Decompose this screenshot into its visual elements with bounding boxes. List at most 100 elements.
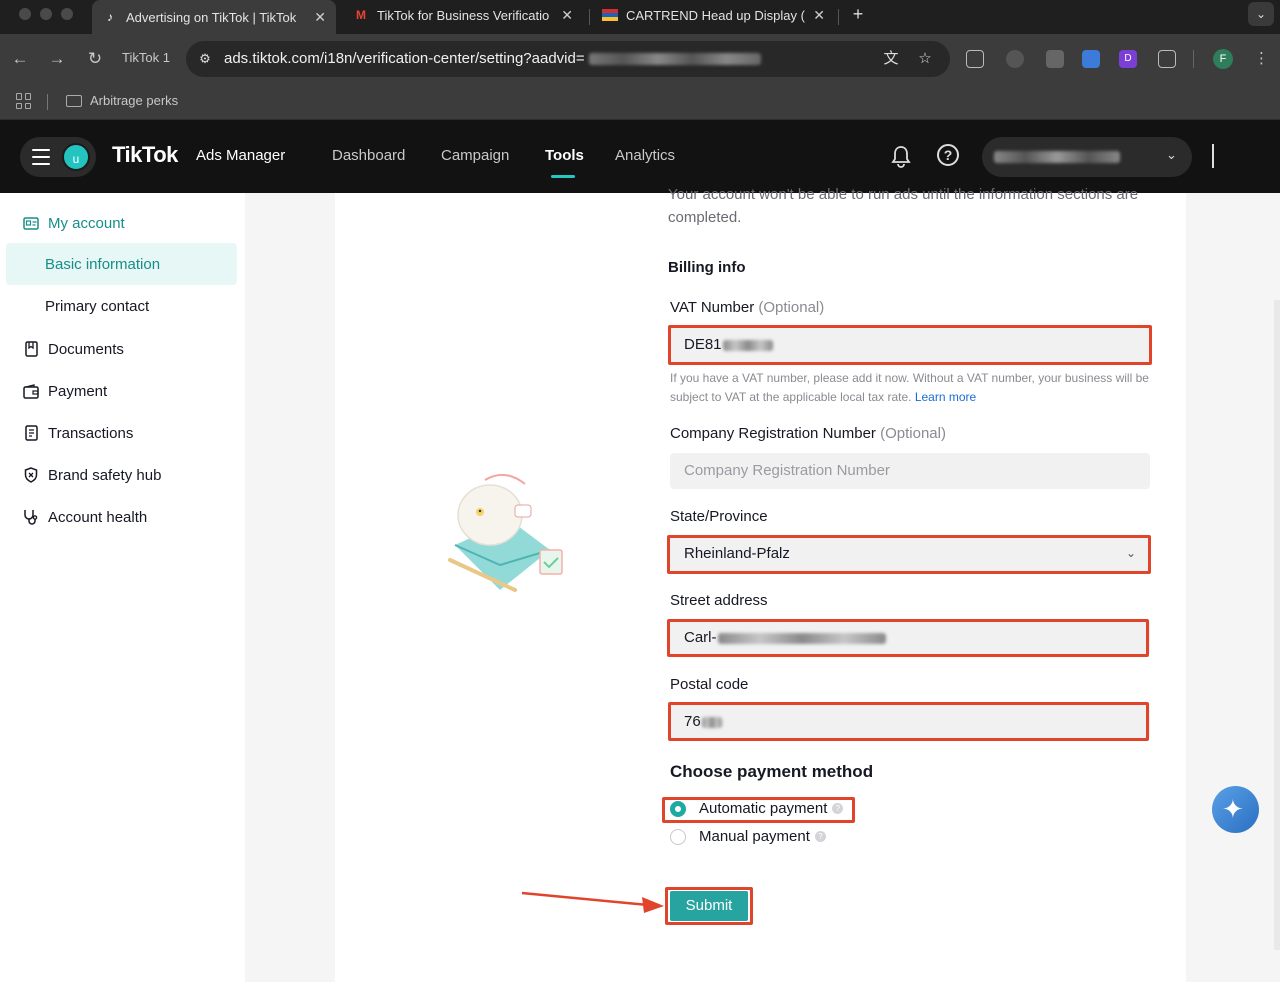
toolbar-divider <box>1193 50 1194 68</box>
extension-icon[interactable] <box>1006 50 1024 68</box>
hamburger-icon[interactable] <box>32 149 50 165</box>
apps-grid-icon[interactable] <box>16 93 32 109</box>
bookmark-divider <box>47 94 48 110</box>
company-registration-input[interactable]: Company Registration Number <box>670 453 1150 489</box>
sidebar-item-documents[interactable]: Documents <box>22 340 124 358</box>
tab-search-button[interactable]: ⌄ <box>1248 2 1274 26</box>
nav-tools[interactable]: Tools <box>545 147 584 164</box>
browser-tab-bar: ♪ Advertising on TikTok | TikTok ✕ M Tik… <box>0 0 1280 34</box>
crn-label-text: Company Registration Number <box>670 425 876 442</box>
sidebar-item-label: Transactions <box>48 424 134 442</box>
tab-cartrend[interactable]: CARTREND Head up Display ( ✕ <box>592 0 835 30</box>
chevron-down-icon: ⌄ <box>1166 147 1177 162</box>
id-card-icon <box>22 214 40 232</box>
puzzle-icon[interactable] <box>1158 50 1176 68</box>
sidebar-item-primary-contact[interactable]: Primary contact <box>45 298 149 315</box>
forward-arrow-icon[interactable]: → <box>47 49 67 69</box>
new-tab-button[interactable]: + <box>848 4 868 24</box>
star-icon[interactable]: ☆ <box>916 50 934 68</box>
sidebar-item-account-health[interactable]: Account health <box>22 508 147 526</box>
street-label: Street address <box>670 592 768 609</box>
crn-label: Company Registration Number (Optional) <box>670 425 946 442</box>
close-icon[interactable]: ✕ <box>813 7 825 24</box>
state-label: State/Province <box>670 508 768 525</box>
sidebar-item-label: My account <box>48 214 125 232</box>
help-icon[interactable]: ? <box>937 144 959 166</box>
radio-manual-payment[interactable]: Manual payment ? <box>670 828 826 845</box>
profile-chip[interactable]: TikTok 1 <box>122 50 170 65</box>
active-nav-indicator <box>551 175 575 178</box>
site-settings-icon[interactable]: ⚙ <box>196 50 214 68</box>
account-name-redacted <box>994 151 1120 163</box>
reload-icon[interactable]: ↻ <box>85 49 105 69</box>
camera-icon[interactable] <box>966 50 984 68</box>
sidebar-item-basic-information[interactable]: Basic information <box>45 256 160 273</box>
profile-avatar[interactable]: F <box>1213 49 1233 69</box>
billing-info-title: Billing info <box>668 259 746 276</box>
sidebar-item-label: Documents <box>48 340 124 358</box>
receipt-icon <box>22 424 40 442</box>
close-icon[interactable]: ✕ <box>561 7 573 24</box>
sidebar-item-label: Brand safety hub <box>48 466 162 484</box>
vat-number-label: VAT Number (Optional) <box>670 299 824 316</box>
user-avatar[interactable]: u <box>62 143 90 171</box>
tab-divider <box>589 9 590 25</box>
form-intro-text: Your account won't be able to run ads un… <box>668 186 1139 226</box>
nav-campaign[interactable]: Campaign <box>441 147 509 164</box>
postal-highlight-box <box>668 702 1149 741</box>
vat-highlight-box <box>668 325 1152 365</box>
annotation-arrow <box>521 891 664 913</box>
extension-icon[interactable] <box>1082 50 1100 68</box>
wallet-icon <box>22 382 40 400</box>
bookmark-folder-label: Arbitrage perks <box>90 93 179 108</box>
account-sidebar: My account Basic information Primary con… <box>0 193 245 982</box>
sidebar-item-payment[interactable]: Payment <box>22 382 107 400</box>
submit-highlight-box <box>665 887 753 925</box>
translate-icon[interactable]: 文 <box>882 50 900 68</box>
bookmark-folder[interactable]: Arbitrage perks <box>66 93 178 108</box>
close-icon[interactable]: ✕ <box>314 9 326 26</box>
menu-pill[interactable]: u <box>20 137 96 177</box>
info-icon[interactable]: ? <box>814 831 826 842</box>
tiktok-logo[interactable]: TikTok <box>112 142 178 168</box>
assistant-button[interactable]: ✦ <box>1212 786 1259 833</box>
tab-tiktok-ads[interactable]: ♪ Advertising on TikTok | TikTok ✕ <box>92 0 336 34</box>
tab-title: CARTREND Head up Display ( <box>626 7 805 23</box>
payment-method-title: Choose payment method <box>670 762 874 781</box>
stethoscope-icon <box>22 508 40 526</box>
bookmark-icon <box>22 340 40 358</box>
account-selector[interactable]: ⌄ <box>982 137 1192 177</box>
window-zoom-dot[interactable] <box>61 8 73 20</box>
bell-icon[interactable] <box>889 144 913 168</box>
optional-tag: (Optional) <box>758 299 825 316</box>
ads-manager-label: Ads Manager <box>196 147 286 164</box>
radio-unchecked[interactable] <box>670 828 686 845</box>
street-highlight-box <box>667 619 1149 657</box>
window-close-dot[interactable] <box>19 8 31 20</box>
learn-more-link[interactable]: Learn more <box>915 390 976 404</box>
sidebar-item-transactions[interactable]: Transactions <box>22 424 133 442</box>
bookmarks-bar: Arbitrage perks <box>0 84 1280 120</box>
tiktok-icon: ♪ <box>107 10 113 24</box>
url-text[interactable]: ads.tiktok.com/i18n/verification-center/… <box>224 50 761 67</box>
window-minimize-dot[interactable] <box>40 8 52 20</box>
nav-analytics[interactable]: Analytics <box>615 147 675 164</box>
vat-label-text: VAT Number <box>670 299 755 316</box>
sidebar-item-brand-safety-hub[interactable]: Brand safety hub <box>22 466 161 484</box>
more-menu-icon[interactable]: ⋮ <box>1254 49 1269 67</box>
back-arrow-icon[interactable]: ← <box>10 49 30 69</box>
automatic-payment-highlight-box <box>662 797 855 823</box>
extension-icon[interactable] <box>1046 50 1064 68</box>
extension-icon[interactable]: D <box>1119 50 1137 68</box>
folder-icon <box>66 94 82 107</box>
url-redacted <box>588 53 761 66</box>
address-bar[interactable]: ⚙ ads.tiktok.com/i18n/verification-cente… <box>186 41 950 77</box>
nav-dashboard[interactable]: Dashboard <box>332 147 405 164</box>
manual-payment-label: Manual payment <box>699 828 810 845</box>
sidebar-item-my-account[interactable]: My account <box>22 214 125 232</box>
tab-gmail[interactable]: M TikTok for Business Verificatio ✕ <box>343 0 583 30</box>
url-value: ads.tiktok.com/i18n/verification-center/… <box>224 50 585 67</box>
page-scrollbar[interactable] <box>1274 300 1280 950</box>
postal-label: Postal code <box>670 676 749 693</box>
tab-title: TikTok for Business Verificatio <box>377 7 550 23</box>
